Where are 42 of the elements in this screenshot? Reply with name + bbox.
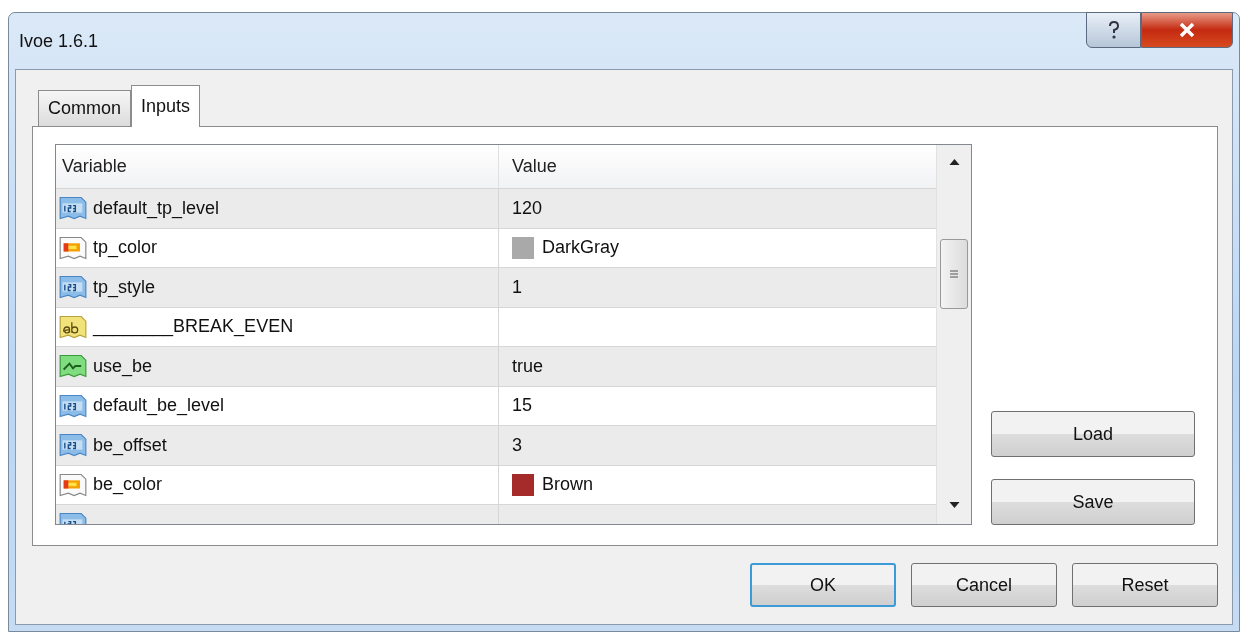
color-type-icon [59, 471, 87, 498]
variable-name: be_offset [93, 434, 167, 456]
variable-value[interactable]: 120 [512, 197, 543, 219]
column-header[interactable]: Variable [56, 145, 499, 188]
color-type-icon [59, 234, 87, 261]
text-type-icon [59, 313, 87, 340]
number-type-icon [59, 195, 87, 222]
window-title: Ivoe 1.6.1 [18, 30, 99, 52]
variable-name: use_be [93, 355, 153, 377]
bool-type-icon [59, 353, 87, 380]
column-header[interactable]: Value [499, 145, 936, 188]
variable-name: default_be_level [93, 395, 225, 417]
variable-name: tp_style [93, 276, 156, 298]
variable-name: default_tp_level [93, 197, 220, 219]
variable-value[interactable]: 3 [512, 434, 522, 456]
close-icon [1178, 22, 1196, 38]
close-button[interactable] [1141, 12, 1233, 48]
tab[interactable]: Common [38, 90, 132, 126]
variable-value[interactable]: Brown [542, 474, 594, 496]
scroll-thumb[interactable] [940, 239, 968, 309]
dialog-button[interactable]: Save [991, 479, 1195, 525]
tab[interactable]: Inputs [131, 85, 201, 127]
variable-name: tp_color [93, 237, 158, 259]
number-type-icon [59, 432, 87, 459]
help-icon [1106, 20, 1121, 40]
dialog-button[interactable]: OK [750, 563, 896, 607]
variable-value[interactable]: 15 [512, 395, 533, 417]
variable-value[interactable]: DarkGray [542, 237, 619, 259]
scroll-down-icon [948, 502, 960, 508]
number-type-icon [59, 274, 87, 301]
variable-name: be_color [93, 474, 163, 496]
dialog-button[interactable]: Cancel [911, 563, 1057, 607]
dialog-button[interactable]: Load [991, 411, 1195, 457]
grip-icon [950, 270, 958, 278]
number-type-icon [59, 392, 87, 419]
dialog-button[interactable]: Reset [1072, 563, 1218, 607]
variable-name: ________BREAK_EVEN [93, 316, 294, 338]
variable-value[interactable]: true [512, 355, 544, 377]
variable-value[interactable]: 1 [512, 276, 522, 298]
help-button[interactable] [1086, 12, 1141, 48]
scrollbar[interactable] [936, 145, 971, 524]
scroll-up-icon [948, 159, 960, 165]
